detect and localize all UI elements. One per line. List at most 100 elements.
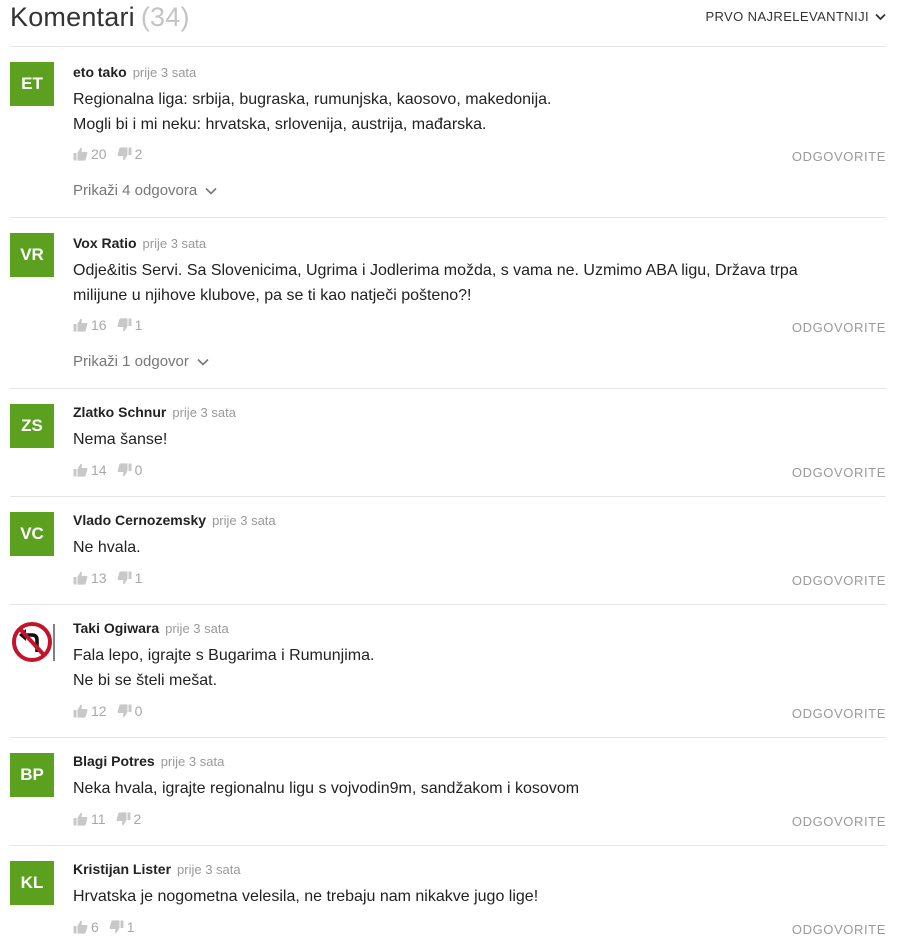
chevron-down-icon	[197, 358, 209, 366]
comments-title-text: Komentari	[10, 2, 135, 32]
like-count: 12	[91, 703, 107, 719]
dislike-button[interactable]: 2	[117, 146, 143, 162]
avatar[interactable]: BP	[10, 753, 54, 797]
thumbs-up-icon	[73, 920, 88, 934]
dislike-button[interactable]: 2	[116, 811, 142, 827]
dislike-count: 2	[134, 146, 143, 162]
comment-body: Fala lepo, igrajte s Bugarima i Rumunjim…	[73, 643, 374, 693]
comment-line: Fala lepo, igrajte s Bugarima i Rumunjim…	[73, 647, 375, 664]
dislike-button[interactable]: 1	[109, 919, 135, 935]
dislike-button[interactable]: 1	[117, 570, 143, 586]
dislike-count: 1	[134, 317, 143, 333]
like-button[interactable]: 6	[73, 919, 99, 935]
comment-author[interactable]: Vlado Cernozemsky	[73, 512, 206, 528]
dislike-count: 1	[134, 570, 143, 586]
comment-author[interactable]: Zlatko Schnur	[73, 404, 166, 420]
thumbs-up-icon	[73, 463, 88, 477]
like-button[interactable]: 13	[73, 570, 107, 586]
comment-body: Regionalna liga: srbija, bugraska, rumun…	[73, 87, 551, 137]
comment-body: Nema šanse!	[73, 427, 167, 452]
show-replies-button[interactable]: Prikaži 4 odgovora	[73, 182, 217, 199]
like-button[interactable]: 20	[73, 146, 107, 162]
comment-author[interactable]: Taki Ogiwara	[73, 620, 159, 636]
comment-item: VR Vox Ratio prije 3 sata Odje&itis Servi…	[10, 217, 886, 388]
comment-meta: Taki Ogiwara prije 3 sata	[73, 620, 229, 636]
reply-button[interactable]: ODGOVORITE	[792, 320, 886, 335]
chevron-down-icon	[205, 187, 217, 195]
thumbs-down-icon	[117, 463, 132, 477]
vote-bar: 11 2	[73, 811, 141, 827]
comment-item: KL Kristijan Lister prije 3 sata Hrvatska…	[10, 845, 886, 946]
comment-line: Ne bi se šteli mešat.	[73, 672, 218, 689]
comment-author[interactable]: eto tako	[73, 64, 127, 80]
reply-button[interactable]: ODGOVORITE	[792, 814, 886, 829]
comment-body: Neka hvala, igrajte regionalnu ligu s vo…	[73, 776, 579, 801]
comment-item: ET eto tako prije 3 sata Regionalna liga:…	[10, 46, 886, 217]
dislike-button[interactable]: 0	[117, 703, 143, 719]
dislike-count: 0	[134, 703, 143, 719]
reply-button[interactable]: ODGOVORITE	[792, 573, 886, 588]
thumbs-down-icon	[117, 571, 132, 585]
dislike-button[interactable]: 1	[117, 317, 143, 333]
avatar[interactable]: ET	[10, 62, 54, 106]
comment-author[interactable]: Kristijan Lister	[73, 861, 171, 877]
like-button[interactable]: 11	[73, 811, 106, 827]
comment-time: prije 3 sata	[160, 754, 225, 769]
comment-item: ZS Zlatko Schnur prije 3 sata Nema šanse!…	[10, 388, 886, 496]
show-replies-label: Prikaži 1 odgovor	[73, 353, 189, 370]
dislike-count: 1	[126, 919, 135, 935]
comment-time: prije 3 sata	[177, 862, 241, 877]
no-left-turn-sign-icon[interactable]	[10, 619, 56, 665]
comment-meta: Kristijan Lister prije 3 sata	[73, 861, 241, 877]
chevron-down-icon	[875, 13, 886, 20]
reply-button[interactable]: ODGOVORITE	[792, 922, 886, 937]
comment-author[interactable]: Blagi Potres	[73, 753, 155, 769]
comment-meta: eto tako prije 3 sata	[73, 64, 196, 80]
avatar[interactable]: KL	[10, 861, 54, 905]
reply-button[interactable]: ODGOVORITE	[792, 706, 886, 721]
like-button[interactable]: 12	[73, 703, 107, 719]
show-replies-button[interactable]: Prikaži 1 odgovor	[73, 353, 209, 370]
like-count: 14	[91, 462, 107, 478]
thumbs-down-icon	[117, 147, 132, 161]
thumbs-up-icon	[73, 318, 88, 332]
comment-line: milijune u njihove klubove, pa se ti kao…	[73, 287, 472, 304]
reply-button[interactable]: ODGOVORITE	[792, 149, 886, 164]
dislike-count: 2	[133, 811, 142, 827]
vote-bar: 16 1	[73, 317, 142, 333]
comment-line: Odje&itis Servi. Sa Slovenicima, Ugrima …	[73, 262, 798, 279]
avatar[interactable]: VR	[10, 233, 54, 277]
like-count: 20	[91, 146, 107, 162]
thumbs-down-icon	[117, 318, 132, 332]
thumbs-down-icon	[116, 812, 131, 826]
avatar[interactable]: VC	[10, 512, 54, 556]
avatar[interactable]: ZS	[10, 404, 54, 448]
like-button[interactable]: 16	[73, 317, 107, 333]
comment-line: Mogli bi i mi neku: hrvatska, srlovenija…	[73, 116, 487, 133]
comment-meta: Vox Ratio prije 3 sata	[73, 235, 206, 251]
comment-author[interactable]: Vox Ratio	[73, 235, 137, 251]
thumbs-up-icon	[73, 812, 88, 826]
like-count: 16	[91, 317, 107, 333]
thumbs-up-icon	[73, 704, 88, 718]
show-replies-label: Prikaži 4 odgovora	[73, 182, 198, 199]
like-count: 13	[91, 570, 107, 586]
comment-time: prije 3 sata	[132, 65, 197, 80]
comment-time: prije 3 sata	[212, 513, 276, 528]
like-button[interactable]: 14	[73, 462, 107, 478]
comment-time: prije 3 sata	[142, 236, 207, 251]
comments-title: Komentari (34)	[10, 2, 190, 33]
comment-time: prije 3 sata	[172, 405, 236, 420]
comment-body: Ne hvala.	[73, 535, 141, 560]
comment-line: Ne hvala.	[73, 539, 141, 556]
thumbs-down-icon	[117, 704, 132, 718]
comment-list: ET eto tako prije 3 sata Regionalna liga:…	[10, 46, 886, 946]
sort-label: PRVO NAJRELEVANTNIJI	[705, 9, 869, 24]
like-count: 6	[91, 919, 99, 935]
comment-item: Taki Ogiwara prije 3 sata Fala lepo, igra…	[10, 604, 886, 737]
reply-button[interactable]: ODGOVORITE	[792, 465, 886, 480]
like-count: 11	[91, 811, 106, 827]
comment-line: Hrvatska je nogometna velesila, ne treba…	[73, 888, 539, 905]
dislike-button[interactable]: 0	[117, 462, 142, 478]
sort-dropdown[interactable]: PRVO NAJRELEVANTNIJI	[705, 9, 886, 24]
